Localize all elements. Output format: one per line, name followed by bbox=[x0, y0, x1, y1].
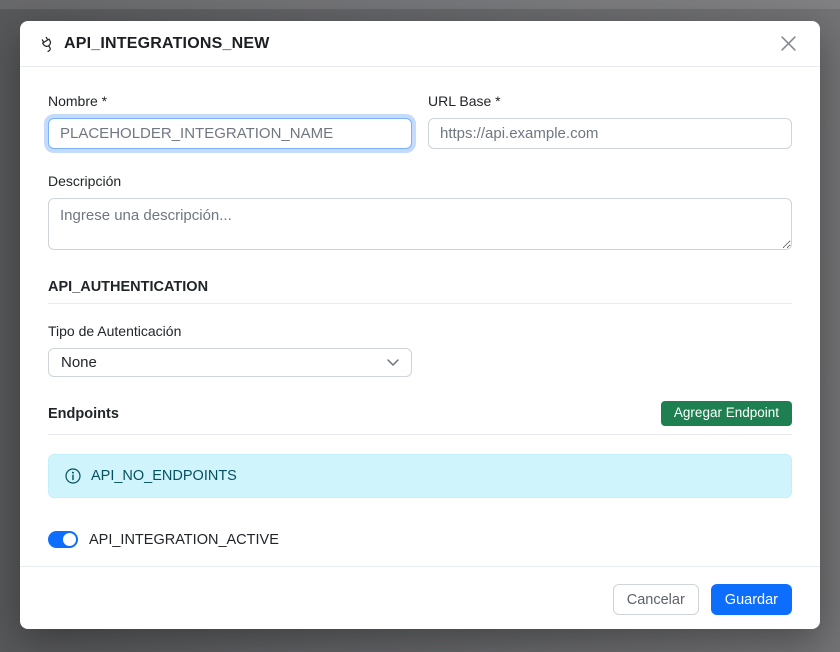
integration-active-toggle[interactable] bbox=[48, 531, 78, 548]
info-circle-icon bbox=[65, 468, 81, 484]
url-base-field: URL Base * bbox=[428, 93, 792, 149]
divider bbox=[48, 303, 792, 304]
endpoints-heading: Endpoints bbox=[48, 406, 119, 422]
background-page-edge bbox=[0, 0, 840, 10]
url-base-label: URL Base * bbox=[428, 93, 792, 109]
name-field: Nombre * bbox=[48, 93, 412, 149]
toggle-knob bbox=[63, 533, 76, 546]
modal-footer: Cancelar Guardar bbox=[20, 566, 820, 629]
chevron-down-icon bbox=[387, 359, 399, 367]
auth-type-field: Tipo de Autenticación None bbox=[48, 323, 792, 377]
no-endpoints-message: API_NO_ENDPOINTS bbox=[91, 468, 237, 484]
name-input[interactable] bbox=[48, 118, 412, 149]
auth-section-heading: API_AUTHENTICATION bbox=[48, 279, 792, 295]
name-label: Nombre * bbox=[48, 93, 412, 109]
auth-type-selected-value: None bbox=[61, 354, 97, 371]
description-textarea[interactable] bbox=[48, 198, 792, 250]
auth-type-label: Tipo de Autenticación bbox=[48, 323, 792, 339]
save-button[interactable]: Guardar bbox=[711, 584, 792, 615]
plug-icon bbox=[35, 31, 60, 56]
description-label: Descripción bbox=[48, 173, 792, 189]
modal-header: API_INTEGRATIONS_NEW bbox=[20, 21, 820, 67]
cancel-button[interactable]: Cancelar bbox=[613, 584, 699, 615]
close-button[interactable] bbox=[776, 32, 800, 56]
endpoints-header-row: Endpoints Agregar Endpoint bbox=[48, 401, 792, 426]
modal-title: API_INTEGRATIONS_NEW bbox=[64, 35, 270, 53]
name-url-row: Nombre * URL Base * bbox=[48, 93, 792, 149]
url-base-input[interactable] bbox=[428, 118, 792, 149]
close-icon bbox=[781, 36, 796, 51]
auth-type-select[interactable]: None bbox=[48, 348, 412, 377]
no-endpoints-alert: API_NO_ENDPOINTS bbox=[48, 454, 792, 498]
integration-active-label: API_INTEGRATION_ACTIVE bbox=[89, 532, 279, 548]
modal-body: Nombre * URL Base * Descripción API_AUTH… bbox=[20, 67, 820, 566]
description-field: Descripción bbox=[48, 173, 792, 255]
api-integration-modal: API_INTEGRATIONS_NEW Nombre * URL Base *… bbox=[20, 21, 820, 629]
add-endpoint-button[interactable]: Agregar Endpoint bbox=[661, 401, 792, 426]
divider bbox=[48, 434, 792, 435]
active-toggle-row: API_INTEGRATION_ACTIVE bbox=[48, 531, 792, 548]
